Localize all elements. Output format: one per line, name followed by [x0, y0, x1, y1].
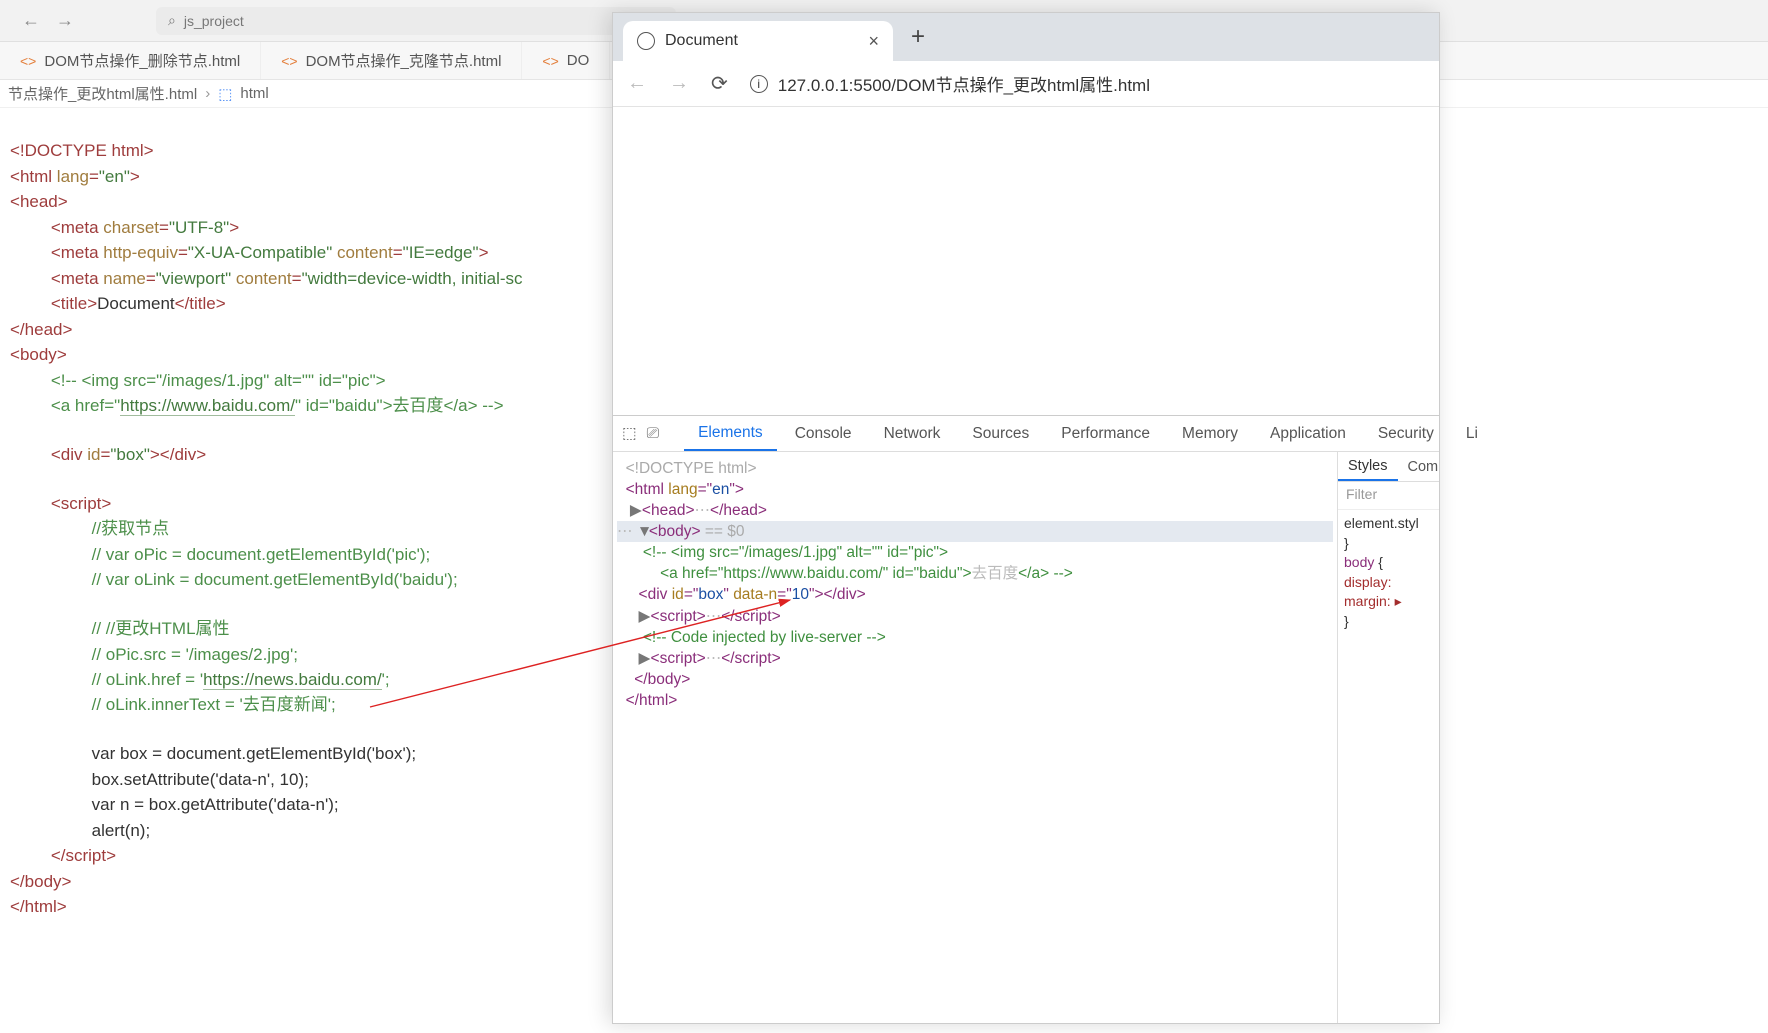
url-input[interactable]: i 127.0.0.1:5500/DOM节点操作_更改html属性.html [750, 71, 1150, 96]
devtools-tab-memory[interactable]: Memory [1168, 416, 1252, 451]
search-icon: ⌕ [168, 12, 176, 29]
close-tab-icon[interactable]: × [868, 31, 879, 52]
devtools-tab-more[interactable]: Li [1452, 416, 1492, 451]
nav-forward-icon[interactable]: → [56, 10, 74, 31]
devtools-tab-performance[interactable]: Performance [1047, 416, 1164, 451]
devtools-tab-sources[interactable]: Sources [958, 416, 1043, 451]
browser-tab[interactable]: Document × [623, 21, 893, 61]
html-file-icon: <> [542, 53, 558, 69]
globe-icon [637, 32, 655, 50]
devtools-tab-application[interactable]: Application [1256, 416, 1360, 451]
html-file-icon: <> [20, 53, 36, 69]
search-placeholder: js_project [184, 13, 244, 29]
html-file-icon: <> [281, 53, 297, 69]
browser-back-icon[interactable]: ← [627, 72, 647, 95]
styles-tab[interactable]: Styles [1338, 452, 1398, 481]
editor-tab[interactable]: <> DO [522, 42, 610, 79]
url-text: 127.0.0.1:5500/DOM节点操作_更改html属性.html [778, 71, 1150, 96]
styles-rules[interactable]: element.styl } body { display: margin: ▸… [1338, 510, 1439, 636]
browser-tab-bar: Document × + [613, 13, 1439, 61]
browser-reload-icon[interactable]: ⟳ [711, 71, 728, 96]
devtools: ⬚ ⎚ Elements Console Network Sources Per… [613, 415, 1439, 1023]
devtools-styles-panel: Styles Com Filter element.styl } body { … [1337, 452, 1439, 1023]
devtools-tab-elements[interactable]: Elements [684, 416, 777, 451]
breadcrumb-node[interactable]: html [240, 85, 268, 102]
devtools-tab-security[interactable]: Security [1364, 416, 1448, 451]
nav-back-icon[interactable]: ← [22, 10, 40, 31]
browser-address-bar: ← → ⟳ i 127.0.0.1:5500/DOM节点操作_更改html属性.… [613, 61, 1439, 107]
device-icon[interactable]: ⎚ [646, 422, 660, 446]
browser-forward-icon[interactable]: → [669, 72, 689, 95]
editor-tab[interactable]: <> DOM节点操作_删除节点.html [0, 42, 261, 79]
browser-viewport [613, 107, 1439, 415]
devtools-elements-tree[interactable]: <!DOCTYPE html> <html lang="en"> ▶<head>… [613, 452, 1337, 1023]
cube-icon: ⬚ [218, 85, 232, 103]
chevron-icon: › [205, 85, 210, 102]
styles-filter-input[interactable]: Filter [1338, 482, 1439, 510]
new-tab-button[interactable]: + [903, 23, 933, 51]
editor-tab[interactable]: <> DOM节点操作_克隆节点.html [261, 42, 522, 79]
search-input[interactable]: ⌕ js_project [156, 7, 676, 35]
devtools-tab-network[interactable]: Network [870, 416, 955, 451]
devtools-tabs: ⬚ ⎚ Elements Console Network Sources Per… [613, 416, 1439, 452]
breadcrumb-file[interactable]: 节点操作_更改html属性.html [8, 83, 197, 104]
devtools-tab-console[interactable]: Console [781, 416, 866, 451]
browser-tab-title: Document [665, 32, 738, 50]
computed-tab[interactable]: Com [1398, 452, 1449, 481]
inspect-icon[interactable]: ⬚ [621, 422, 638, 446]
browser-window: Document × + ← → ⟳ i 127.0.0.1:5500/DOM节… [612, 12, 1440, 1024]
site-info-icon[interactable]: i [750, 75, 768, 93]
